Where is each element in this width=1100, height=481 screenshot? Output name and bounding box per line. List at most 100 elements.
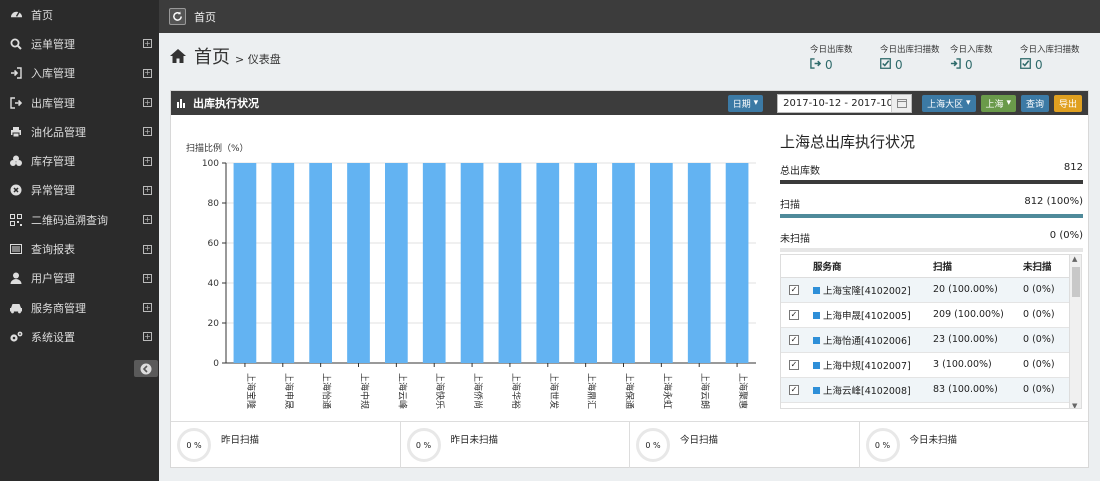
date-dropdown-button[interactable]: 日期 ▾ (727, 94, 764, 112)
y-tick-label: 100 (202, 159, 219, 169)
sidebar-item-label: 用户管理 (31, 272, 75, 286)
summary-label: 总出库数 (780, 166, 820, 177)
stat-value: 0 (810, 58, 880, 72)
page-header: 首页 > 仪表盘 (170, 43, 281, 69)
sidebar-item-label: 服务商管理 (31, 301, 86, 315)
y-tick-label: 20 (208, 319, 220, 329)
sidebar-item-label: 运单管理 (31, 37, 75, 51)
summary-label: 扫描 (780, 200, 800, 211)
summary-row-text: 扫描 812 (100%) (780, 196, 1083, 211)
expand-icon[interactable]: + (143, 273, 152, 283)
summary-progress-fill (780, 214, 1083, 218)
query-button[interactable]: 查询 (1020, 94, 1049, 112)
stat-value: 0 (880, 58, 950, 72)
list-alt-icon (8, 241, 24, 257)
provider-name: 上海中规[4102007] (823, 360, 911, 372)
table-scrollbar[interactable]: ▲ ▼ (1069, 255, 1081, 408)
summary-label: 未扫描 (780, 234, 810, 245)
expand-icon[interactable]: + (143, 244, 152, 254)
sidebar-item-2[interactable]: 入库管理 + (0, 59, 159, 88)
cogs-icon (8, 329, 24, 345)
sidebar-item-4[interactable]: 油化品管理 + (0, 117, 159, 146)
stat-0: 今日出库数 0 (810, 43, 880, 72)
dial-percent: 0 % (415, 440, 432, 450)
row-checkbox-cell: ✓ (781, 377, 811, 403)
sidebar-collapse-button[interactable] (134, 360, 158, 377)
region-dropdown-button[interactable]: 上海大区 ▾ (922, 94, 976, 112)
expand-icon[interactable]: + (143, 127, 152, 137)
sidebar-item-3[interactable]: 出库管理 + (0, 88, 159, 117)
sidebar-item-9[interactable]: 用户管理 + (0, 264, 159, 293)
x-tick-label: 上海快乐 (434, 373, 446, 409)
sidebar-item-8[interactable]: 查询报表 + (0, 234, 159, 263)
expand-icon[interactable]: + (143, 68, 152, 78)
bar-2 (309, 163, 332, 363)
legend-square-icon (813, 361, 820, 369)
provider-table-container[interactable]: 服务商 扫描 未扫描 ✓ 上海宝隆[4102002] 20 (100.00%) 0 (… (780, 254, 1082, 409)
sidebar-item-7[interactable]: 二维码追溯查询 + (0, 205, 159, 234)
x-tick-label: 上海世发 (548, 373, 560, 409)
sidebar-item-5[interactable]: 库存管理 + (0, 146, 159, 175)
stat-number: 0 (965, 58, 973, 72)
expand-icon[interactable]: + (143, 303, 152, 313)
table-row[interactable]: ✓ 上海怡通[4102006] 23 (100.00%) 0 (0%) (781, 327, 1069, 353)
row-checkbox[interactable]: ✓ (789, 284, 799, 295)
row-checkbox-cell: ✓ (781, 277, 811, 303)
legend-square-icon (813, 286, 820, 294)
date-range-input[interactable]: 2017-10-12 - 2017-10 (777, 93, 913, 113)
sidebar-item-10[interactable]: 服务商管理 + (0, 293, 159, 322)
scroll-down-icon[interactable]: ▼ (1072, 402, 1077, 408)
sidebar-item-6[interactable]: 异常管理 + (0, 176, 159, 205)
unscan-cell: 0 (0%) (1021, 302, 1069, 328)
y-tick-label: 0 (213, 359, 219, 369)
city-dropdown-button[interactable]: 上海 ▾ (980, 94, 1016, 112)
y-tick-label: 60 (208, 239, 220, 249)
scrollbar-thumb[interactable] (1072, 267, 1080, 297)
calendar-icon[interactable] (891, 94, 912, 112)
bar-1 (271, 163, 295, 363)
sidebar-item-11[interactable]: 系统设置 + (0, 322, 159, 351)
expand-icon[interactable]: + (143, 156, 152, 166)
table-row[interactable]: ✓ 上海申晟[4102005] 209 (100.00%) 0 (0%) (781, 302, 1069, 328)
row-checkbox[interactable]: ✓ (789, 334, 799, 345)
refresh-icon (173, 11, 182, 21)
provider-name: 上海申晟[4102005] (823, 310, 911, 322)
legend-square-icon (813, 336, 820, 344)
unscan-cell: 0 (0%) (1021, 277, 1069, 303)
dial-label: 昨日扫描 (221, 435, 260, 446)
table-row[interactable]: ✓ 上海云峰[4102008] 83 (100.00%) 0 (0%) (781, 377, 1069, 403)
dial-percent: 0 % (645, 440, 661, 450)
row-checkbox[interactable]: ✓ (789, 384, 799, 395)
scroll-up-icon[interactable]: ▲ (1072, 255, 1077, 263)
sidebar-item-0[interactable]: 首页 (0, 0, 159, 29)
table-row[interactable]: ✓ 上海中规[4102007] 3 (100.00%) 0 (0%) (781, 352, 1069, 378)
row-checkbox[interactable]: ✓ (789, 359, 799, 370)
expand-icon[interactable]: + (143, 215, 152, 225)
table-row[interactable]: ✓ 上海宝隆[4102002] 20 (100.00%) 0 (0%) (781, 277, 1069, 303)
page-subtitle: > 仪表盘 (235, 53, 281, 66)
table-header-provider: 服务商 (811, 255, 931, 278)
y-axis-label: 扫描比例（%） (186, 142, 249, 154)
breadcrumb[interactable]: 首页 (194, 9, 216, 25)
sign-in-icon (8, 65, 24, 81)
expand-icon[interactable]: + (143, 39, 152, 49)
expand-icon[interactable]: + (143, 332, 152, 342)
bar-13 (725, 163, 749, 363)
times-circle-icon (8, 182, 24, 198)
provider-name-cell: 上海怡通[4102006] (811, 327, 931, 353)
dial-1: 0 % 昨日未扫描 (401, 422, 630, 468)
provider-name-cell: 上海宝隆[4102002] (811, 277, 931, 303)
panel-tools: 日期 ▾ 2017-10-12 - 2017-10 上海大区 ▾ 上海 ▾ 查询… (723, 93, 1082, 113)
export-button[interactable]: 导出 (1053, 94, 1082, 112)
city-button-label: 上海 (985, 99, 1004, 110)
sidebar-item-label: 入库管理 (31, 67, 75, 81)
sidebar-item-label: 首页 (31, 8, 53, 22)
sidebar-item-1[interactable]: 运单管理 + (0, 29, 159, 58)
refresh-button[interactable] (169, 8, 186, 25)
row-checkbox[interactable]: ✓ (789, 309, 799, 320)
row-checkbox-cell: ✓ (781, 327, 811, 353)
dial-2: 0 % 今日扫描 (630, 422, 860, 468)
bar-7 (498, 163, 522, 363)
expand-icon[interactable]: + (143, 185, 152, 195)
expand-icon[interactable]: + (143, 98, 152, 108)
